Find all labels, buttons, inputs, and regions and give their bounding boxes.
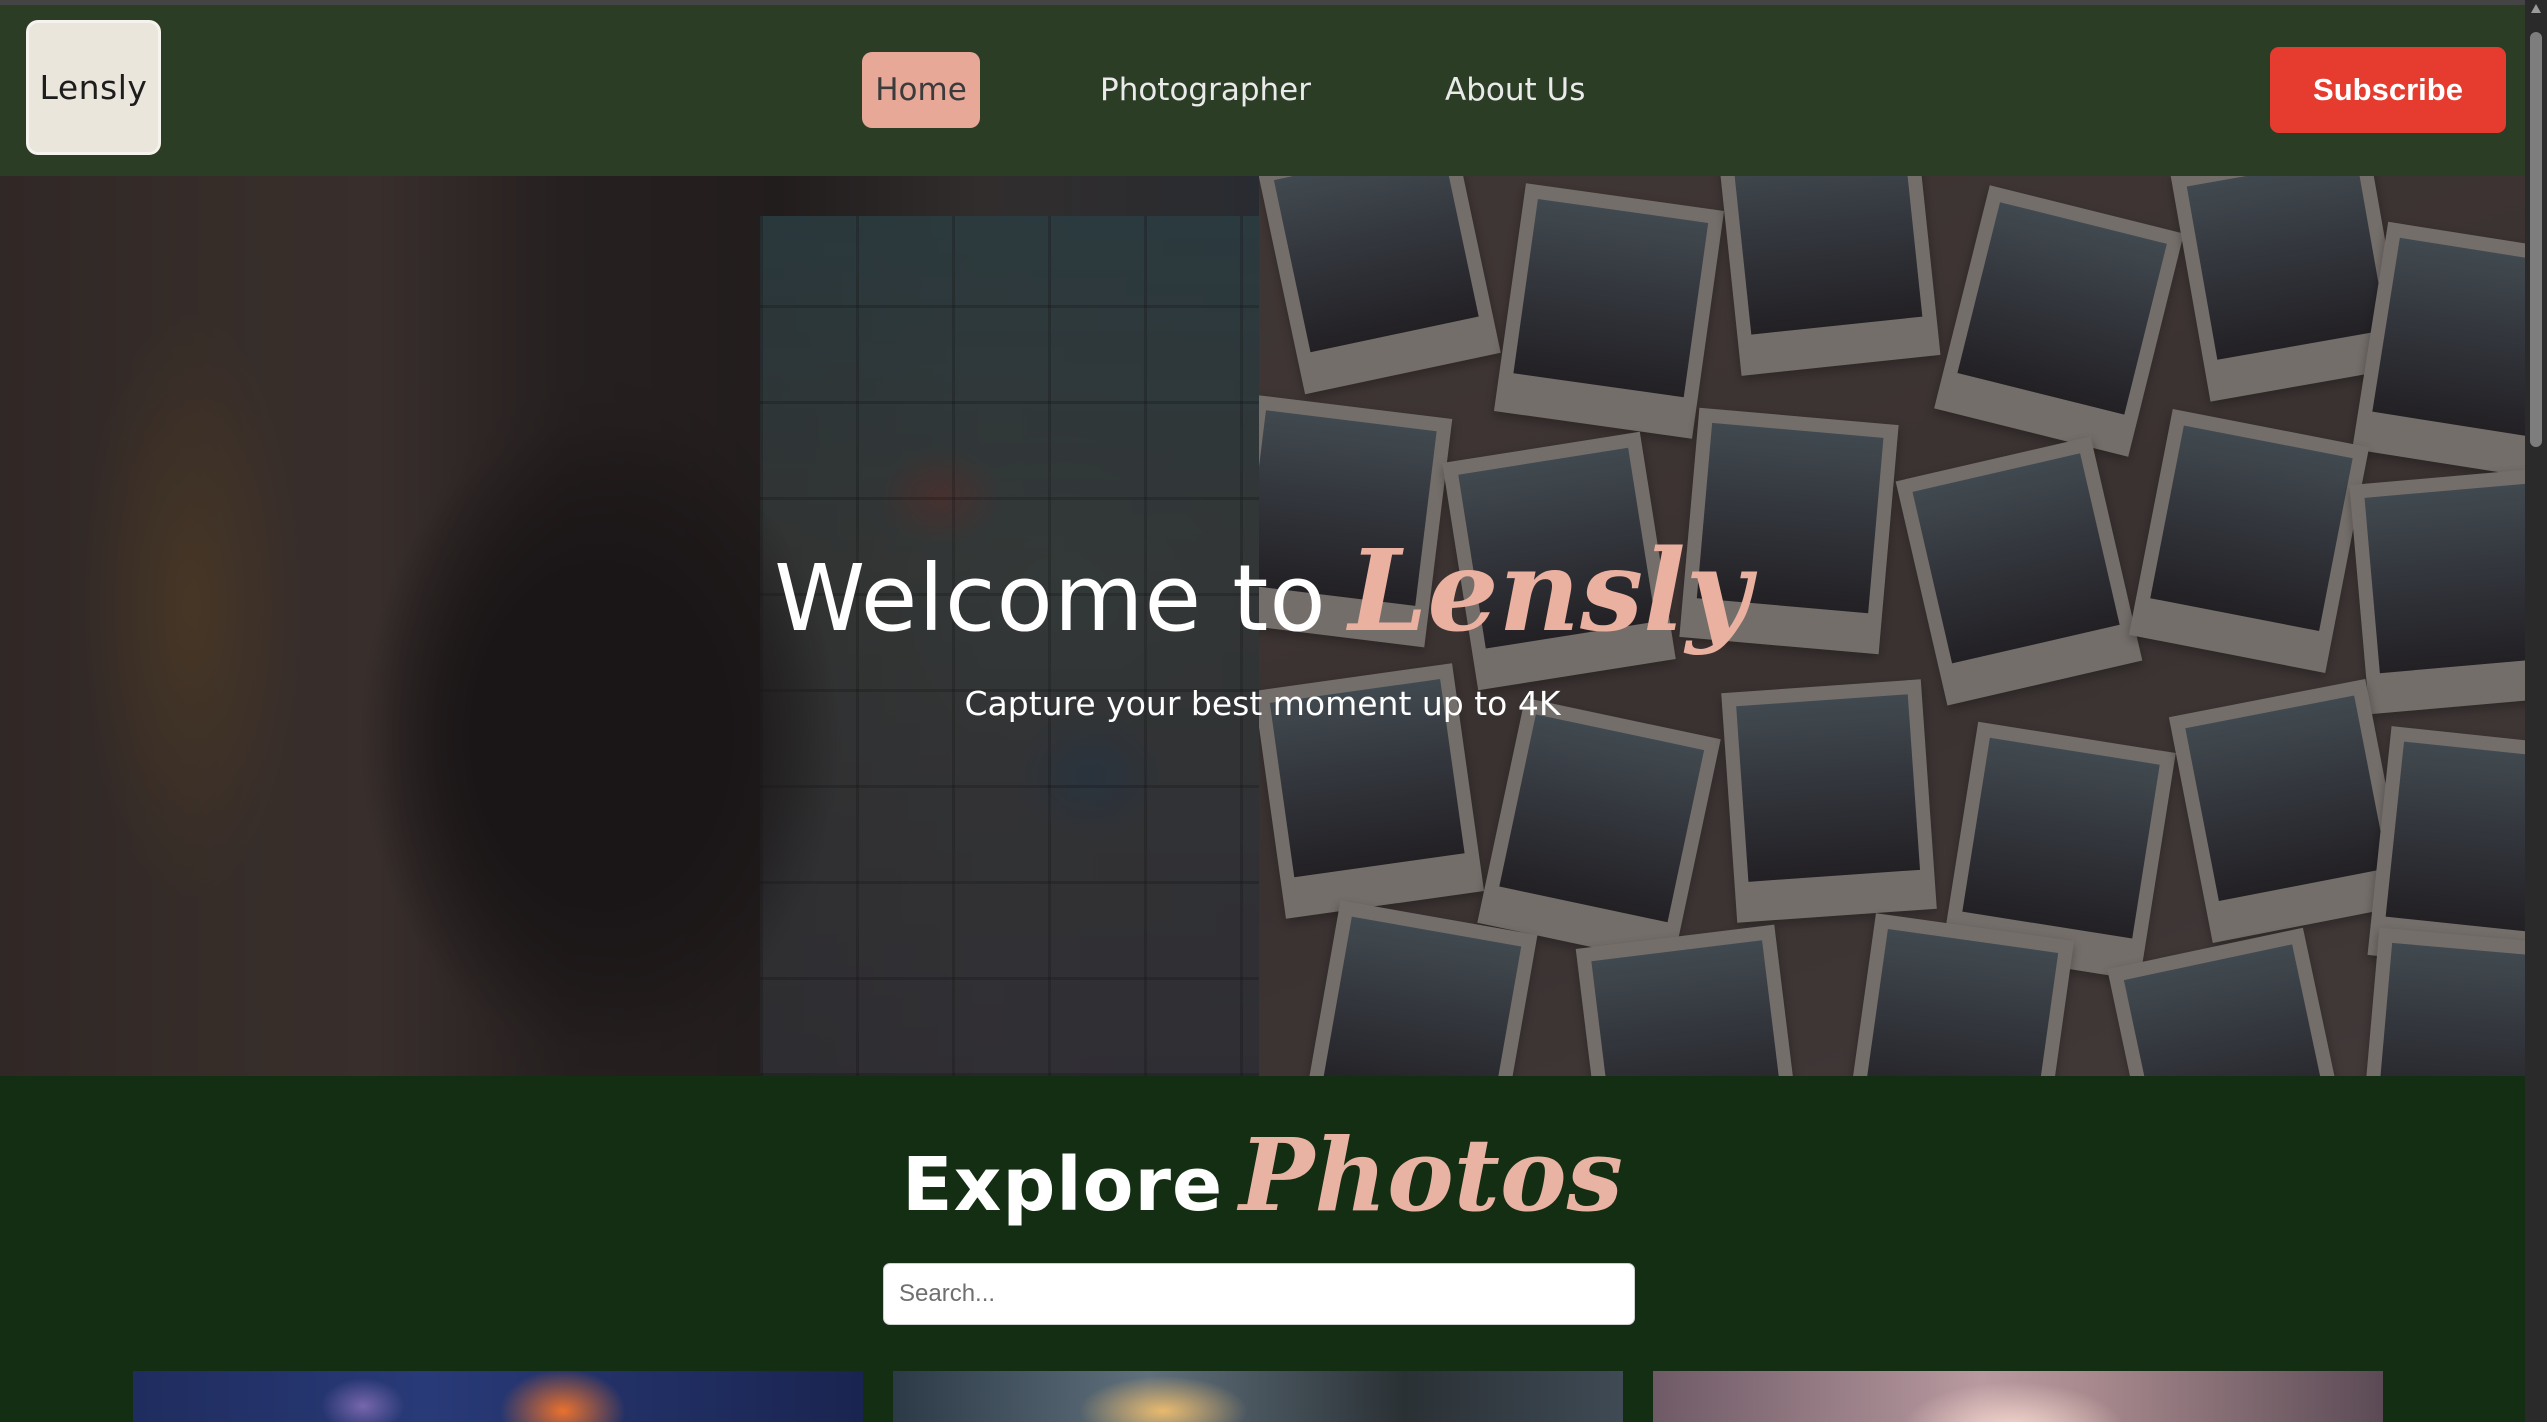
explore-title-main: Explore — [902, 1142, 1224, 1228]
scrollbar-thumb[interactable] — [2530, 32, 2542, 447]
scroll-up-arrow-icon[interactable] — [2531, 4, 2541, 13]
logo-text: Lensly — [39, 68, 148, 107]
navbar: Lensly Home Photographer About Us Subscr… — [0, 5, 2525, 176]
hero-title: Welcome to Lensly — [0, 526, 2525, 657]
vertical-scrollbar[interactable] — [2525, 0, 2547, 1422]
hero-title-accent: Lensly — [1348, 526, 1751, 657]
logo[interactable]: Lensly — [26, 20, 161, 155]
explore-section: Explore Photos — [0, 1076, 2525, 1422]
nav-about-us-link[interactable]: About Us — [1445, 72, 1585, 108]
main-nav: Home Photographer About Us — [862, 52, 1585, 128]
nav-home-link[interactable]: Home — [862, 52, 980, 128]
subscribe-button[interactable]: Subscribe — [2270, 47, 2506, 133]
gallery-photo-card[interactable] — [1653, 1371, 2383, 1422]
explore-title: Explore Photos — [0, 1116, 2525, 1234]
nav-photographer-link[interactable]: Photographer — [1100, 72, 1311, 108]
hero-title-main: Welcome to — [774, 545, 1327, 652]
search-input[interactable] — [883, 1263, 1635, 1325]
hero-subtitle: Capture your best moment up to 4K — [964, 684, 1561, 723]
hero-banner: Welcome to Lensly Capture your best mome… — [0, 176, 2525, 1076]
gallery-photo-card[interactable] — [133, 1371, 863, 1422]
page: Lensly Home Photographer About Us Subscr… — [0, 0, 2547, 1422]
gallery-photo-card[interactable] — [893, 1371, 1623, 1422]
explore-title-accent: Photos — [1239, 1116, 1623, 1234]
